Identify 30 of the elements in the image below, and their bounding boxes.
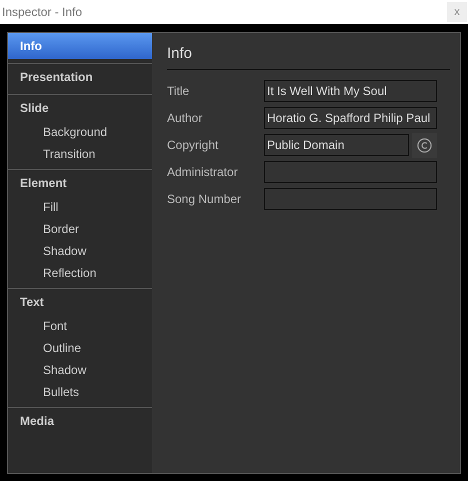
input-field[interactable]: It Is Well With My Soul [264, 80, 437, 102]
sidebar-subitem[interactable]: Bullets [8, 381, 152, 403]
input-field[interactable]: Public Domain [264, 134, 409, 156]
sidebar-subitem[interactable]: Reflection [8, 262, 152, 284]
sidebar-item[interactable]: Text [8, 289, 152, 315]
sidebar-subitem[interactable]: Background [8, 121, 152, 143]
field-label: Title [167, 83, 190, 100]
sidebar-subitem[interactable]: Shadow [8, 240, 152, 262]
copyright-button[interactable] [412, 132, 437, 158]
sidebar-subitem[interactable]: Outline [8, 337, 152, 359]
sidebar-subitem[interactable]: Fill [8, 196, 152, 218]
sidebar-item[interactable]: Presentation [8, 64, 152, 90]
sidebar-subitem[interactable]: Font [8, 315, 152, 337]
panel-heading: Info [167, 44, 194, 64]
field-label: Song Number [167, 191, 242, 208]
sidebar-item[interactable]: Slide [8, 95, 152, 121]
input-field[interactable]: Horatio G. Spafford Philip Paul [264, 107, 437, 129]
window-title: Inspector - Info [1, 4, 82, 21]
field-label: Copyright [167, 137, 220, 154]
input-field[interactable] [264, 161, 437, 183]
sidebar-item[interactable]: Info [8, 33, 152, 59]
input-field[interactable] [264, 188, 437, 210]
field-label: Administrator [167, 164, 239, 181]
copyright-icon [417, 138, 432, 152]
sidebar-item[interactable]: Media [8, 408, 152, 434]
sidebar-item[interactable]: Element [8, 170, 152, 196]
field-label: Author [167, 110, 204, 127]
sidebar-subitem[interactable]: Border [8, 218, 152, 240]
sidebar-subitem[interactable]: Transition [8, 143, 152, 165]
sidebar-subitem[interactable]: Shadow [8, 359, 152, 381]
